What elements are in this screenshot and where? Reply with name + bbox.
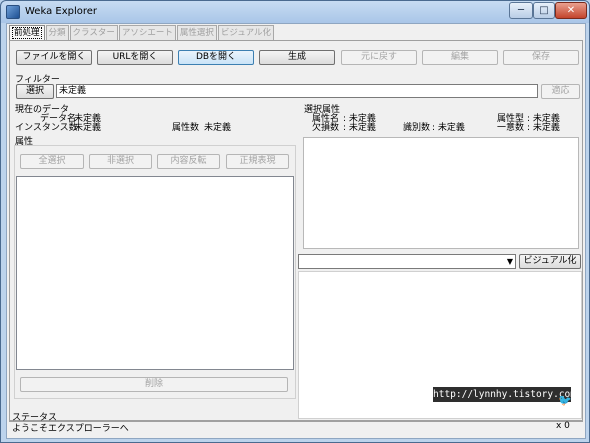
window-title: Weka Explorer xyxy=(25,6,98,17)
select-none-button[interactable]: 非選択 xyxy=(89,154,152,169)
filter-field[interactable]: 未定義 xyxy=(56,84,538,98)
undo-button[interactable]: 元に戻す xyxy=(341,50,417,65)
visualize-all-button[interactable]: ビジュアル化 xyxy=(519,254,581,269)
explorer-window: Weka Explorer ─ □ ✕ 前処理 分類 クラスター アソシエート … xyxy=(0,0,590,443)
log-bird-icon[interactable]: 🐦 xyxy=(558,393,576,408)
attr-missing-value-text: 未定義 xyxy=(348,123,376,133)
tab-preprocess-label: 前処理 xyxy=(12,27,42,39)
select-all-button[interactable]: 全選択 xyxy=(20,154,84,169)
tab-strip: 前処理 分類 クラスター アソシエート 属性選択 ビジュアル化 xyxy=(9,25,275,40)
attributes-count-value: 未定義 xyxy=(204,123,232,133)
attr-distinct-value-text: 未定義 xyxy=(437,123,465,133)
dropdown-arrow-icon: ▼ xyxy=(506,257,513,266)
weka-app-icon xyxy=(6,5,20,19)
status-message: ようこそエクスプローラーへ xyxy=(12,424,129,434)
tab-associate[interactable]: アソシエート xyxy=(118,25,176,40)
title-bar[interactable]: Weka Explorer ─ □ ✕ xyxy=(1,1,589,23)
attr-unique-value: : 未定義 xyxy=(527,123,560,133)
instances-label: インスタンス数 xyxy=(15,123,78,133)
edit-button[interactable]: 編集 xyxy=(422,50,498,65)
attr-distinct-value: : 未定義 xyxy=(432,123,465,133)
close-button[interactable]: ✕ xyxy=(555,2,587,19)
attributes-count-label: 属性数 xyxy=(172,123,200,133)
attribute-stats-table[interactable] xyxy=(303,137,579,249)
open-db-button[interactable]: DBを開く xyxy=(178,50,254,65)
attr-unique-label: 一意数 xyxy=(497,123,525,133)
attr-unique-value-text: 未定義 xyxy=(532,123,560,133)
filter-apply-button[interactable]: 適応 xyxy=(541,84,580,99)
watermark: http://lynnhy.tistory.com xyxy=(433,387,576,402)
filter-choose-button[interactable]: 選択 xyxy=(16,84,54,99)
tab-select-attributes[interactable]: 属性選択 xyxy=(176,25,217,40)
attr-missing-label: 欠損数 xyxy=(312,123,340,133)
attr-missing-value: : 未定義 xyxy=(343,123,376,133)
tab-visualize[interactable]: ビジュアル化 xyxy=(217,25,275,40)
tab-preprocess[interactable]: 前処理 xyxy=(9,25,45,40)
instances-value: 未定義 xyxy=(74,123,102,133)
invert-selection-button[interactable]: 内容反転 xyxy=(157,154,220,169)
preprocess-panel: ファイルを開く URLを開く DBを開く 生成 元に戻す 編集 保存 フィルター… xyxy=(9,40,583,421)
save-button[interactable]: 保存 xyxy=(503,50,579,65)
class-attribute-combo[interactable]: ▼ xyxy=(298,254,516,269)
tab-classify[interactable]: 分類 xyxy=(45,25,69,40)
tab-cluster[interactable]: クラスター xyxy=(69,25,118,40)
pattern-button[interactable]: 正規表現 xyxy=(226,154,289,169)
maximize-button[interactable]: □ xyxy=(533,2,555,19)
open-url-button[interactable]: URLを開く xyxy=(97,50,173,65)
status-count: x 0 xyxy=(556,421,570,431)
open-file-button[interactable]: ファイルを開く xyxy=(16,50,92,65)
minimize-button[interactable]: ─ xyxy=(509,2,533,19)
remove-button[interactable]: 削除 xyxy=(20,377,288,392)
attributes-list[interactable] xyxy=(16,176,294,370)
generate-button[interactable]: 生成 xyxy=(259,50,335,65)
client-area: 前処理 分類 クラスター アソシエート 属性選択 ビジュアル化 ファイルを開く … xyxy=(6,23,586,439)
status-bar: ステータス ようこそエクスプローラーへ x 0 xyxy=(9,413,583,439)
attr-distinct-label: 識別数 xyxy=(403,123,431,133)
